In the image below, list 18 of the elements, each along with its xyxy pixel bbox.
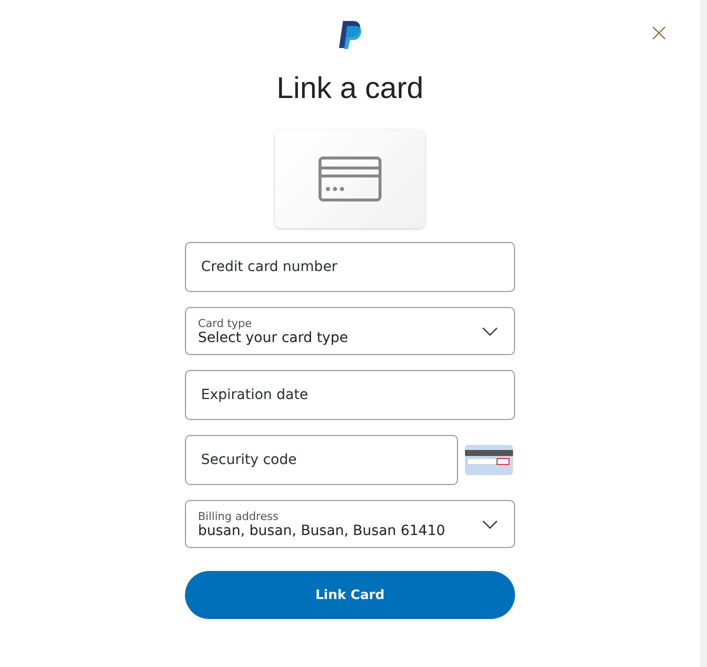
link-card-button[interactable]: Link Card — [185, 571, 515, 619]
paypal-logo — [337, 20, 363, 50]
field-label: Billing address — [198, 510, 280, 522]
close-button[interactable] — [652, 26, 666, 40]
input-field[interactable]: Security code — [185, 435, 458, 485]
field-label: Card type — [198, 316, 253, 330]
page-title: Link a card — [276, 71, 424, 107]
card-back-icon — [465, 445, 513, 475]
select-field[interactable]: Card type Select your card type — [185, 307, 515, 355]
input-field[interactable]: Credit card number — [185, 242, 515, 292]
chevron-down-icon — [482, 520, 498, 528]
chevron-down-icon — [482, 326, 498, 336]
field-value: Select your card type — [198, 330, 348, 346]
input-field[interactable]: Expiration date — [185, 370, 515, 420]
credit-card-icon — [318, 156, 382, 202]
field-value: busan, busan, Busan, Busan 61410 — [198, 522, 446, 538]
select-field[interactable]: Billing address busan, busan, Busan, Busan 61410 — [185, 500, 515, 548]
close-icon — [652, 26, 666, 40]
